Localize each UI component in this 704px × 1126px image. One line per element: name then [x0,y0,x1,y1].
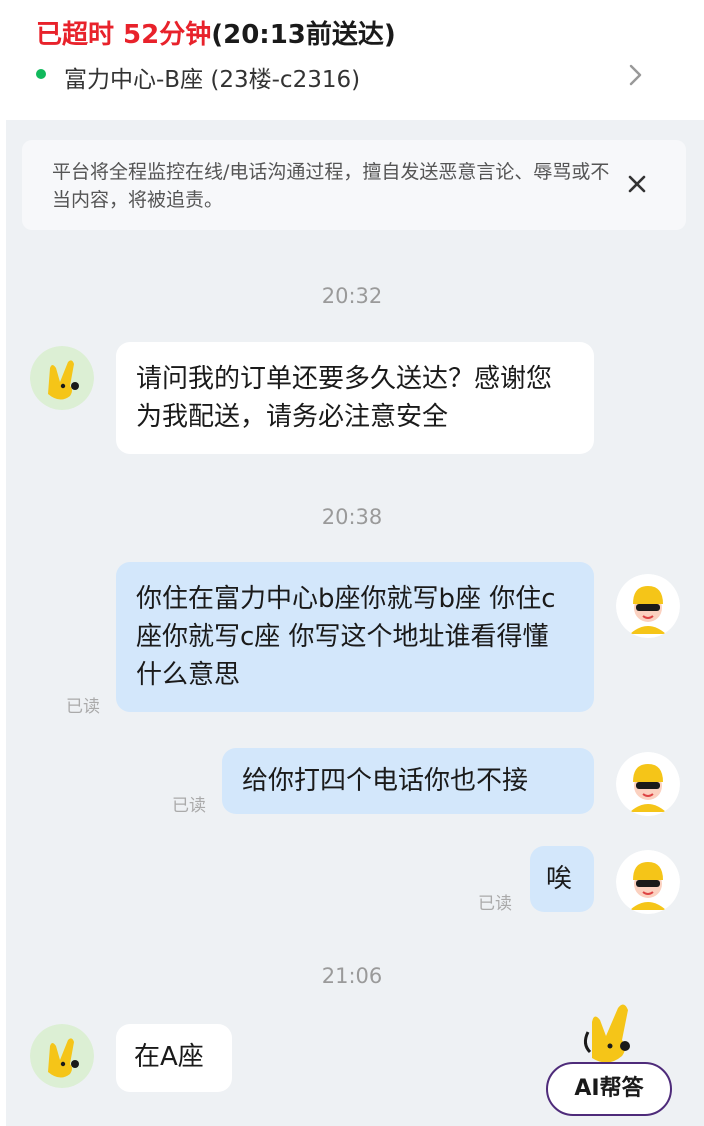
message-bubble-incoming: 在A座 [116,1024,232,1092]
message-bubble-outgoing: 唉 [530,846,594,912]
timestamp: 20:32 [321,284,383,308]
overdue-label: 已超时 52分钟 [36,20,212,50]
courier-avatar-icon[interactable] [616,850,680,914]
courier-avatar-icon[interactable] [616,574,680,638]
chevron-right-icon[interactable] [626,62,646,88]
read-receipt: 已读 [66,697,100,717]
close-icon[interactable] [625,172,649,196]
deadline-label: (20:13前送达) [211,20,396,50]
notice-text: 平台将全程监控在线/电话沟通过程，擅自发送恶意言论、辱骂或不当内容，将被追责。 [52,161,610,211]
order-header: 已超时 52分钟(20:13前送达) 富力中心-B座 (23楼-c2316) [0,0,704,120]
delivery-status: 已超时 52分钟(20:13前送达) [36,14,396,51]
read-receipt: 已读 [478,894,512,914]
online-dot-icon [36,69,46,79]
courier-avatar-icon[interactable] [616,752,680,816]
address-row[interactable]: 富力中心-B座 (23楼-c2316) [0,52,704,100]
customer-avatar-icon[interactable] [30,1024,94,1088]
monitoring-notice: 平台将全程监控在线/电话沟通过程，擅自发送恶意言论、辱骂或不当内容，将被追责。 [22,140,686,230]
message-bubble-incoming: 请问我的订单还要多久送达？感谢您为我配送，请务必注意安全 [116,342,594,454]
message-bubble-outgoing: 给你打四个电话你也不接 [222,748,594,814]
read-receipt: 已读 [172,796,206,816]
delivery-address: 富力中心-B座 (23楼-c2316) [64,67,361,93]
ai-help-button[interactable]: AI帮答 [546,1062,672,1116]
message-bubble-outgoing: 你住在富力中心b座你就写b座 你住c座你就写c座 你写这个地址谁看得懂什么意思 [116,562,594,712]
timestamp: 21:06 [321,964,383,988]
customer-avatar-icon[interactable] [30,346,94,410]
timestamp: 20:38 [321,505,383,529]
ai-mascot-icon[interactable] [578,988,658,1068]
